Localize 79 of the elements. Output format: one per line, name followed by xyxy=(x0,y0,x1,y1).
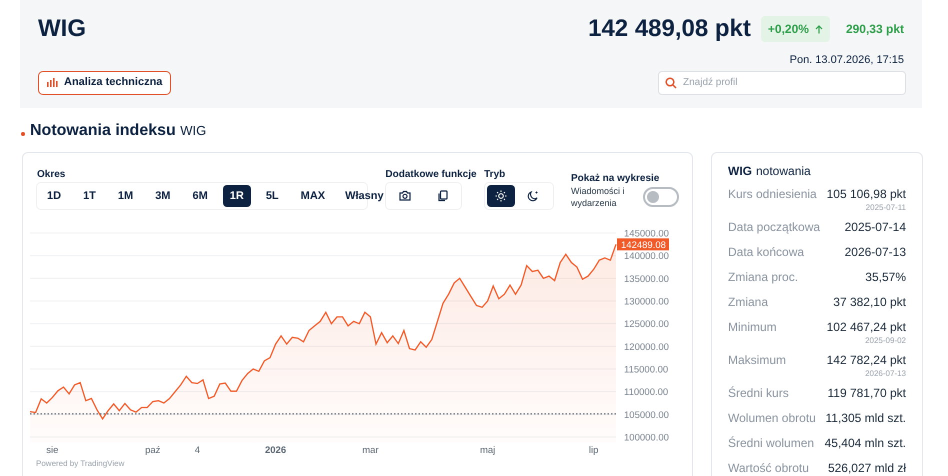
search-input[interactable]: Znajdź profil xyxy=(683,75,899,90)
copy-icon xyxy=(436,189,450,203)
search-field[interactable]: Znajdź profil xyxy=(658,70,906,94)
news-events-label: Wiadomości i wydarzenia xyxy=(570,185,626,209)
y-axis-label: 135000.00 xyxy=(624,274,669,285)
y-axis-label: 120000.00 xyxy=(624,342,669,353)
stat-label: Kurs odniesienia xyxy=(728,186,817,203)
moon-icon xyxy=(526,189,540,203)
x-axis-label: maj xyxy=(480,445,496,456)
arrow-up-icon xyxy=(814,24,823,34)
stat-value: 11,305 mld szt. xyxy=(826,410,906,427)
y-axis-label: 110000.00 xyxy=(624,387,668,398)
y-axis-label: 125000.00 xyxy=(624,319,669,330)
stat-label: Minimum xyxy=(728,319,777,336)
technical-analysis-button[interactable]: Analiza techniczna xyxy=(38,70,172,94)
stat-value: 2025-07-14 xyxy=(844,219,906,236)
y-axis-label: 115000.00 xyxy=(624,364,668,376)
last-price-label: 142489.08 xyxy=(617,238,669,251)
period-tab[interactable]: Własny xyxy=(338,185,391,207)
stat-label: Wartość obrotu xyxy=(728,460,809,476)
index-title: WIG xyxy=(38,14,86,44)
show-on-chart-label: Pokaż na wykresie xyxy=(570,172,660,185)
stat-date: 2026-07-13 xyxy=(865,369,906,379)
period-tab[interactable]: MAX xyxy=(294,185,332,207)
y-axis-label: 140000.00 xyxy=(624,251,669,262)
camera-icon xyxy=(398,189,412,203)
period-tab[interactable]: 6M xyxy=(185,185,215,207)
sun-icon xyxy=(494,189,508,203)
stat-value: 105 106,98 pkt xyxy=(826,186,906,203)
x-axis-label: lip xyxy=(588,445,598,456)
stat-value: 37 382,10 pkt xyxy=(833,294,906,311)
x-axis-label: 2026 xyxy=(265,445,286,456)
stats-title: WIG xyxy=(728,163,752,180)
period-tab[interactable]: 5L xyxy=(258,185,286,207)
stats-subtitle: notowania xyxy=(756,163,811,180)
period-tab-selected[interactable]: 1R xyxy=(222,185,251,207)
period-tab[interactable]: 3M xyxy=(148,185,178,207)
stat-date: 2025-07-11 xyxy=(866,203,906,213)
extra-functions-label: Dodatkowe funkcje xyxy=(385,168,478,181)
y-axis-label: 100000.00 xyxy=(624,432,669,444)
stat-label: Data początkowa xyxy=(728,219,820,236)
period-tab[interactable]: 1T xyxy=(76,185,103,207)
stat-label: Data końcowa xyxy=(728,244,804,261)
stat-value: 526,027 mld zł xyxy=(828,460,906,476)
bar-chart-icon xyxy=(47,78,58,87)
stat-value: 45,404 mln szt. xyxy=(824,435,906,452)
y-axis-label: 145000.00 xyxy=(624,228,669,240)
date-time: Pon. 13.07.2026, 17:15 xyxy=(790,53,904,68)
stat-label: Zmiana proc. xyxy=(728,269,798,286)
x-axis-label: sie xyxy=(46,445,58,456)
search-icon xyxy=(665,76,677,88)
x-axis-label: paź xyxy=(145,445,160,456)
period-tab[interactable]: 1D xyxy=(40,185,68,207)
stat-label: Wolumen obrotu xyxy=(728,410,816,427)
stat-value: 2026-07-13 xyxy=(844,244,906,261)
y-axis-label: 130000.00 xyxy=(624,296,669,308)
period-tab[interactable]: 1M xyxy=(110,185,140,207)
change-percent-badge: +0,20% xyxy=(760,16,830,42)
y-axis-label: 105000.00 xyxy=(624,410,669,421)
stat-label: Maksimum xyxy=(728,352,786,369)
stat-label: Średni kurs xyxy=(728,385,789,402)
news-toggle[interactable] xyxy=(642,187,679,207)
stat-date: 2025-09-02 xyxy=(865,336,906,346)
powered-by-text: Powered by TradingView xyxy=(36,459,126,469)
change-value: 290,33 pkt xyxy=(846,21,904,38)
stat-value: 35,57% xyxy=(865,269,906,286)
period-label: Okres xyxy=(37,168,66,181)
light-mode-button[interactable] xyxy=(487,185,516,207)
stat-value: 119 781,70 pkt xyxy=(827,385,906,402)
stat-value: 142 782,24 pkt xyxy=(826,352,906,369)
x-axis-label: 4 xyxy=(194,445,200,456)
stat-label: Zmiana xyxy=(728,294,768,311)
toggle-knob xyxy=(646,191,659,203)
stat-value: 102 467,24 pkt xyxy=(826,319,906,336)
mode-label: Tryb xyxy=(484,168,506,181)
section-title: Notowania indeksu WIG xyxy=(30,121,206,141)
price-value: 142 489,08 pkt xyxy=(588,14,751,44)
stat-label: Średni wolumen xyxy=(728,435,814,452)
x-axis-label: mar xyxy=(362,445,379,456)
